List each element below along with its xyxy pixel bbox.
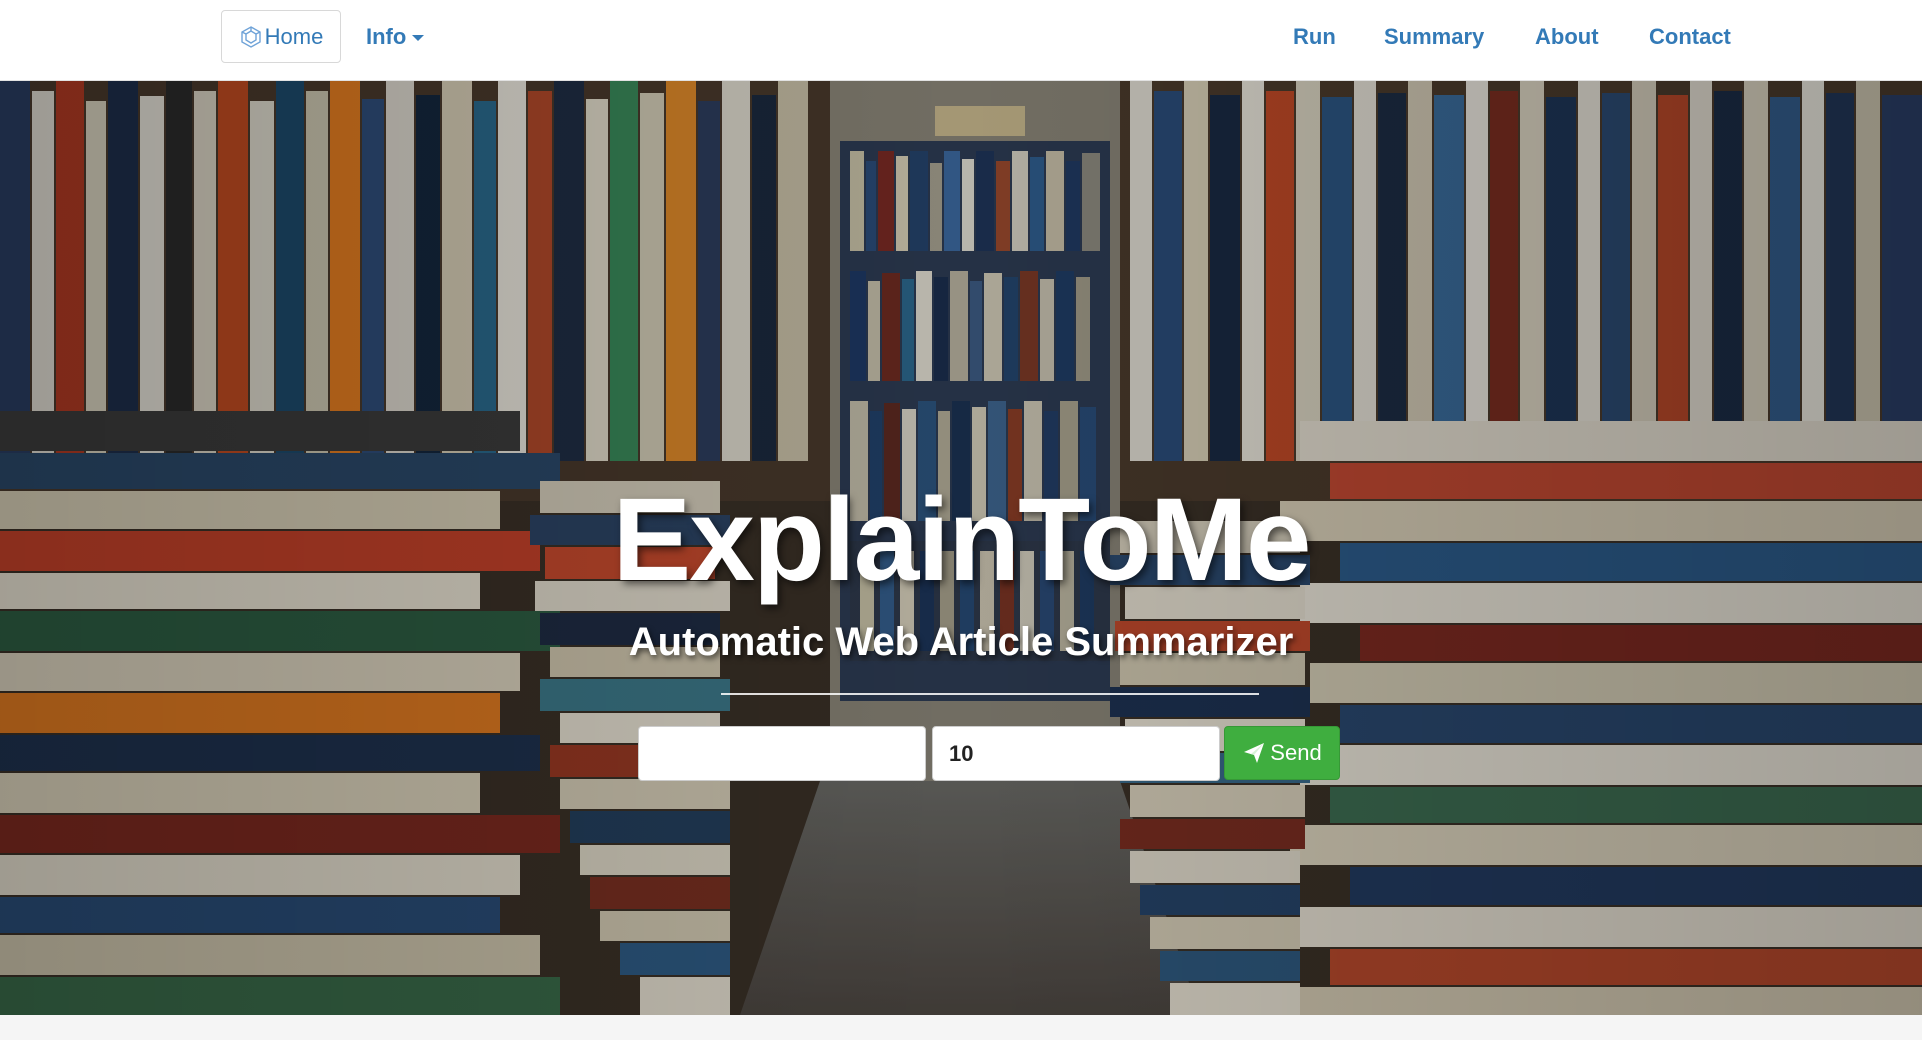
nav-link-about[interactable]: About [1535,0,1599,73]
info-label: Info [366,23,407,49]
sentence-count-input[interactable] [932,726,1220,781]
nav-link-summary[interactable]: Summary [1384,0,1484,73]
nav-link-run[interactable]: Run [1293,0,1336,73]
home-label: Home [264,23,324,49]
send-label: Send [1270,740,1322,765]
send-button[interactable]: Send [1224,726,1340,780]
hero-section: ExplainToMe Automatic Web Article Summar… [0,81,1922,1015]
top-navbar: Home Info Run Summary About Contact [0,0,1922,81]
footer-strip [0,1015,1922,1040]
home-button[interactable]: Home [221,10,341,63]
home-hexagon-icon [239,25,263,49]
hero-divider [721,693,1259,695]
hero-title: ExplainToMe [612,474,1311,606]
hero-subtitle: Automatic Web Article Summarizer [628,620,1294,664]
url-input[interactable] [638,726,926,781]
paper-plane-icon [1242,741,1266,765]
caret-down-icon [412,35,425,41]
info-dropdown[interactable]: Info [366,0,425,73]
nav-link-contact[interactable]: Contact [1649,0,1731,73]
